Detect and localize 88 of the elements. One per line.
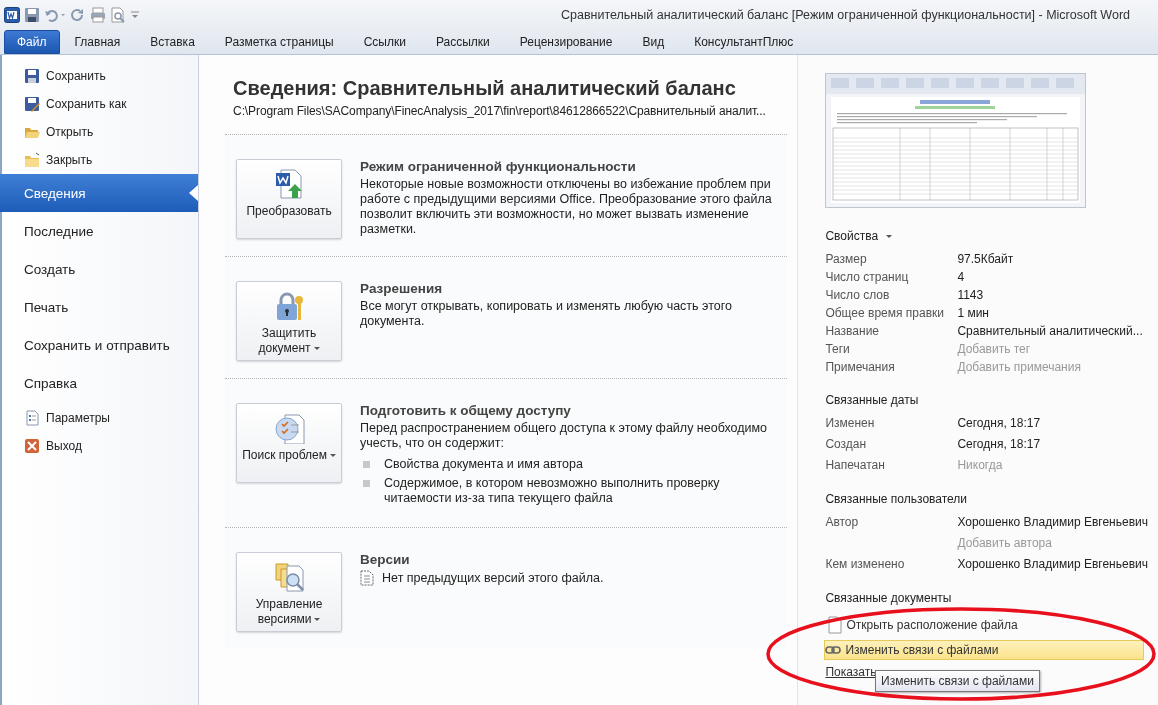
ribbon-tab[interactable]: Разметка страницы	[209, 30, 349, 54]
print-preview-icon[interactable]	[110, 7, 126, 23]
properties-heading[interactable]: Свойства	[825, 229, 879, 243]
property-label: Напечатан	[825, 457, 886, 472]
tooltip: Изменить связи с файлами	[875, 670, 1040, 692]
section-text: Перед распространением общего доступа к этому файлу необходимо учесть, что он содержит:	[360, 421, 768, 451]
check-issues-button[interactable]: Поиск проблем	[236, 403, 343, 483]
menu-item[interactable]: Последние	[2, 212, 199, 250]
print-icon[interactable]	[90, 7, 106, 23]
property-value: Хорошенко Владимир Евгеньевич	[957, 556, 1148, 571]
section-text: Все могут открывать, копировать и изменять любую часть этого документа.	[360, 299, 733, 329]
checklist-icon	[273, 412, 306, 444]
menu-item[interactable]: Сохранить и отправить	[2, 326, 199, 364]
ribbon-tab[interactable]: Вставка	[135, 30, 210, 54]
ribbon-tab[interactable]: Главная	[59, 30, 136, 54]
property-label: Примечания	[825, 360, 896, 374]
convert-button[interactable]: Преобразовать	[236, 159, 343, 239]
menu-item[interactable]: Открыть	[2, 118, 199, 146]
versions-icon	[273, 561, 306, 593]
menu-item[interactable]: Справка	[2, 364, 199, 402]
menu-item[interactable]: Сохранить как	[2, 90, 199, 118]
note-text: Нет предыдущих версий этого файла.	[382, 571, 604, 585]
word-app-icon[interactable]	[4, 7, 20, 23]
bullet-icon	[363, 461, 371, 468]
save-icon	[24, 68, 40, 84]
show-all-link[interactable]: Показать	[825, 665, 877, 679]
bullet-icon	[363, 480, 371, 487]
exit-icon	[24, 438, 40, 454]
ribbon-tab[interactable]: Рассылки	[420, 30, 505, 54]
property-label: Название	[825, 324, 880, 338]
property-label: Кем изменено	[825, 556, 906, 571]
document-link[interactable]: Изменить связи с файлами	[824, 640, 1145, 660]
manage-versions-button[interactable]: Управление версиями	[236, 552, 343, 632]
page-title: Сведения: Сравнительный аналитический баланс	[233, 76, 737, 101]
menu-item[interactable]: Выход	[2, 432, 199, 460]
group-heading: Связанные даты	[825, 393, 920, 407]
property-label: Теги	[825, 342, 851, 356]
property-field[interactable]: Добавить автора	[957, 534, 1148, 551]
menu-item[interactable]: Параметры	[2, 404, 199, 432]
bullet-text: Свойства документа и имя автора	[384, 457, 584, 472]
protect-document-button[interactable]: Защитить документ	[236, 281, 343, 361]
caret-icon[interactable]	[886, 234, 893, 238]
property-label: Число слов	[825, 288, 891, 302]
property-label: Автор	[825, 514, 860, 529]
property-label: Число страниц	[825, 270, 910, 284]
ribbon-tab[interactable]: Рецензирование	[504, 30, 628, 54]
bullet-text: Содержимое, в котором невозможно выполнить проверку читаемости из-за типа текущего файла	[384, 476, 721, 506]
property-field[interactable]: Добавить тег	[957, 341, 1148, 357]
menu-item[interactable]: Сведения	[0, 174, 199, 212]
menu-item[interactable]: Создать	[2, 250, 199, 288]
property-value: Сравнительный аналитический...	[957, 324, 1143, 338]
section-heading: Подготовить к общему доступу	[360, 403, 572, 418]
menu-item[interactable]: Сохранить	[2, 62, 199, 90]
ribbon-tab[interactable]: КонсультантПлюс	[679, 30, 809, 54]
property-label: Общее время правки	[825, 306, 945, 320]
property-label: Размер	[825, 252, 868, 266]
property-value: 1 мин	[957, 306, 989, 320]
section-heading: Режим ограниченной функциональности	[360, 159, 637, 174]
menu-item[interactable]: Печать	[2, 288, 199, 326]
section-heading: Разрешения	[360, 281, 444, 296]
save-icon[interactable]	[24, 7, 40, 23]
folder-icon	[24, 152, 40, 168]
file-path: C:\Program Files\SACompany\FinecAnalysis_2017\fin\report\84612866522\Сравнительный аналит...	[233, 103, 766, 119]
menu-item[interactable]: Закрыть	[2, 146, 199, 174]
property-label: Изменен	[825, 415, 876, 430]
redo-icon[interactable]	[70, 7, 86, 23]
ribbon-tab[interactable]: Файл	[4, 30, 60, 54]
property-value: Сегодня, 18:17	[957, 415, 1041, 430]
ribbon-tab[interactable]: Ссылки	[348, 30, 421, 54]
group-heading: Связанные документы	[825, 591, 953, 605]
property-value: 1143	[957, 288, 984, 302]
options-icon	[24, 410, 40, 426]
property-value: 4	[957, 270, 965, 284]
property-value: Никогда	[957, 457, 1003, 472]
ribbon-tab[interactable]: Вид	[627, 30, 680, 54]
group-heading: Связанные пользователи	[825, 492, 969, 506]
section-text: Некоторые новые возможности отключены во избежание проблем при работе с предыдущими версиями Office. Преобразование этого файла позволит включить эти возможности, но может вызвать изменение разметки.	[360, 177, 773, 237]
property-label: Создан	[825, 436, 868, 451]
save-as-icon	[24, 96, 40, 112]
property-field[interactable]: Добавить примечания	[957, 359, 1148, 375]
document-link[interactable]: Открыть расположение файла	[827, 615, 1148, 635]
property-value: Сегодня, 18:17	[957, 436, 1041, 451]
window-title: Сравнительный аналитический баланс [Режим ограниченной функциональности] - Microsoft Word	[560, 8, 1130, 22]
link-icon	[825, 645, 842, 655]
section-heading: Версии	[360, 552, 411, 567]
document-icon	[360, 570, 375, 586]
property-value: 97.5Кбайт	[957, 252, 1014, 266]
property-value: Хорошенко Владимир Евгеньевич	[957, 514, 1148, 529]
